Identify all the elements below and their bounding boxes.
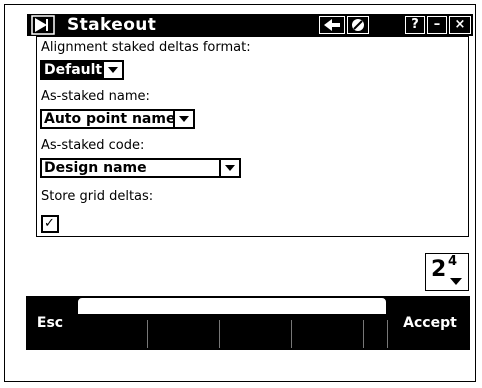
help-button[interactable]: ?: [405, 16, 425, 34]
checkmark-icon: ✓: [44, 216, 55, 231]
minimize-button[interactable]: –: [427, 16, 447, 34]
softkey-slot[interactable]: [364, 320, 388, 348]
page-total: 4: [448, 254, 458, 269]
as-staked-name-value: Auto point name: [44, 111, 176, 127]
window-title: Stakeout: [67, 15, 157, 35]
app-menu-icon[interactable]: [31, 15, 55, 35]
store-grid-deltas-label: Store grid deltas:: [41, 189, 154, 204]
input-strip[interactable]: [76, 296, 388, 316]
esc-button[interactable]: Esc: [26, 296, 74, 350]
as-staked-name-select[interactable]: Auto point name: [40, 109, 195, 129]
title-bar: Stakeout ? – ×: [27, 14, 473, 36]
alignment-format-select[interactable]: Default: [40, 60, 124, 80]
store-grid-deltas-checkbox[interactable]: ✓: [41, 215, 59, 233]
chevron-down-icon[interactable]: [102, 62, 122, 78]
close-button[interactable]: ×: [449, 16, 471, 34]
instrument-status-icon[interactable]: [347, 16, 369, 34]
alignment-format-value: Default: [44, 62, 103, 78]
as-staked-code-select[interactable]: Design name: [40, 158, 241, 178]
softkey-slot[interactable]: [220, 320, 292, 348]
softkey-slot[interactable]: [76, 320, 148, 348]
stakeout-options-form: Alignment staked deltas format: Default …: [36, 36, 469, 237]
accept-button[interactable]: Accept: [390, 296, 470, 350]
chevron-down-icon[interactable]: [219, 160, 239, 176]
alignment-format-label: Alignment staked deltas format:: [41, 40, 251, 55]
as-staked-code-value: Design name: [44, 160, 147, 176]
as-staked-name-label: As-staked name:: [41, 89, 150, 104]
softkey-bar: Esc Accept: [26, 296, 470, 350]
page-current: 2: [431, 257, 447, 282]
as-staked-code-label: As-staked code:: [41, 138, 145, 153]
softkey-slot[interactable]: [292, 320, 364, 348]
page-indicator[interactable]: 2 4: [425, 253, 469, 291]
chevron-down-icon[interactable]: [173, 111, 193, 127]
softkey-slot[interactable]: [148, 320, 220, 348]
switch-to-icon[interactable]: [319, 16, 345, 34]
chevron-down-icon: [450, 278, 462, 285]
